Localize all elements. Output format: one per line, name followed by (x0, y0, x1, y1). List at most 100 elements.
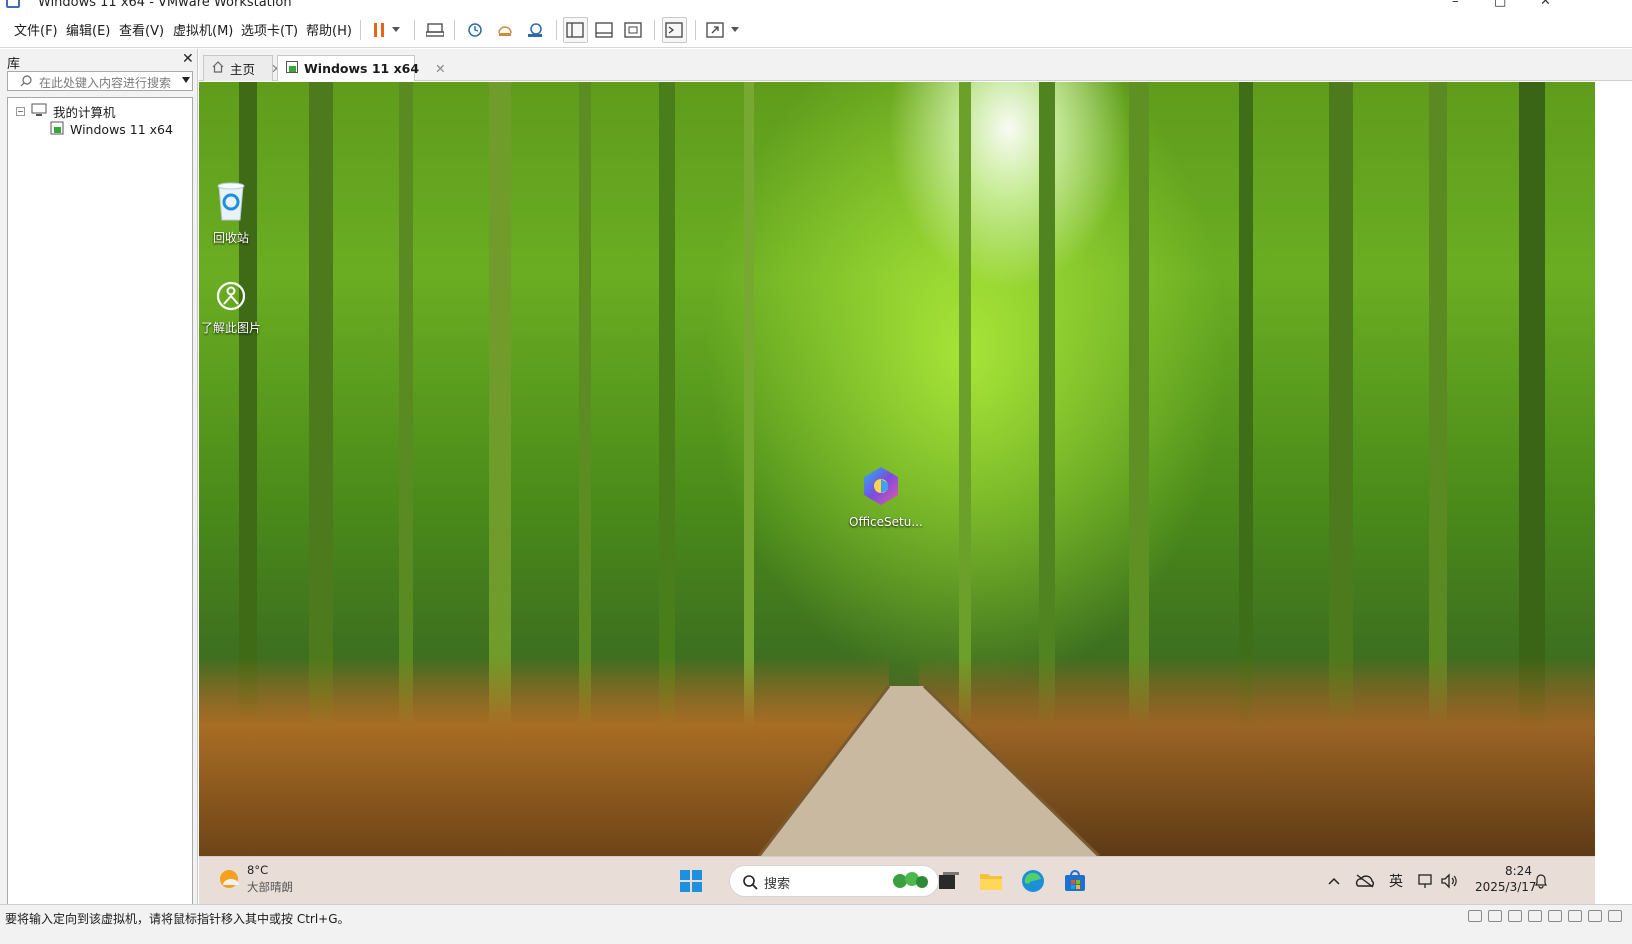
vm-icon (50, 121, 64, 138)
tab-close-button[interactable]: ✕ (435, 61, 445, 76)
weather-temp: 8°C (247, 863, 269, 877)
tree-node-windows-11-vm[interactable]: Windows 11 x64 (50, 121, 173, 138)
status-bar: 要将输入定向到该虚拟机，请将鼠标指针移入其中或按 Ctrl+G。 (0, 904, 1632, 944)
store-icon (1065, 870, 1085, 891)
ime-indicator[interactable]: 英 (1389, 871, 1403, 891)
pause-icon[interactable] (368, 20, 390, 40)
fullscreen-icon[interactable] (622, 20, 644, 40)
sound-card-icon[interactable] (1528, 910, 1542, 922)
bell-icon (1535, 874, 1547, 889)
hard-disk-icon[interactable] (1468, 910, 1482, 922)
toolbar-separator (654, 20, 655, 40)
menu-vm[interactable]: 虚拟机(M) (173, 20, 233, 39)
vm-desktop[interactable]: 回收站 了解此图片 OfficeSetu... (199, 82, 1595, 856)
network-icon (1418, 874, 1432, 888)
search-icon (20, 75, 32, 91)
minimize-button[interactable]: – (1452, 0, 1459, 9)
desktop-icon-label: 回收站 (212, 231, 249, 245)
network-tray-button[interactable] (1415, 871, 1435, 891)
desktop-icon-office-setup[interactable]: OfficeSetu... (849, 464, 923, 529)
library-close-button[interactable]: ✕ (182, 51, 194, 67)
vmware-app-icon (6, 0, 20, 8)
device-status-icons (1468, 910, 1622, 922)
edge-button[interactable] (1019, 867, 1047, 895)
snapshot-manager-icon[interactable] (524, 20, 546, 40)
weather-condition: 大部晴朗 (247, 880, 293, 894)
search-label: 搜索 (764, 877, 791, 892)
win11-taskbar: 8°C 大部晴朗 搜索 英 8:24 2025/3/17 (199, 856, 1595, 904)
menu-edit[interactable]: 编辑(E) (66, 20, 110, 39)
console-icon[interactable] (663, 20, 685, 40)
tab-label: 主页 (230, 62, 256, 77)
tab-windows-11-vm[interactable]: Windows 11 x64 ✕ (277, 55, 446, 81)
toolbar-separator (360, 20, 361, 40)
store-button[interactable] (1061, 867, 1089, 895)
volume-tray-button[interactable] (1439, 871, 1459, 891)
library-view-icon[interactable] (564, 20, 586, 40)
task-view-button[interactable] (935, 867, 963, 895)
toolbar-separator (695, 20, 696, 40)
menu-file[interactable]: 文件(F) (14, 20, 58, 39)
toolbar-separator (556, 20, 557, 40)
start-icon (680, 870, 702, 892)
snapshot-icon[interactable] (464, 20, 486, 40)
learn-picture-icon (199, 280, 263, 315)
library-search-input[interactable]: 在此处键入内容进行搜索 (7, 71, 193, 91)
desktop-icon-recycle-bin[interactable]: 回收站 (199, 180, 263, 246)
message-log-icon[interactable] (1608, 910, 1622, 922)
office-setup-icon (849, 464, 913, 511)
search-placeholder: 在此处键入内容进行搜索 (39, 76, 172, 90)
tab-label: Windows 11 x64 (304, 61, 420, 76)
display-icon[interactable] (1588, 910, 1602, 922)
onedrive-offline-icon (1355, 874, 1374, 888)
vm-icon (286, 61, 298, 76)
menu-toolbar-bar: 文件(F) 编辑(E) 查看(V) 虚拟机(M) 选项卡(T) 帮助(H) (0, 12, 1632, 48)
toolbar-separator (414, 20, 415, 40)
tab-home[interactable]: 主页 ✕ (203, 55, 282, 81)
edge-icon (1022, 870, 1044, 892)
close-window-button[interactable]: ✕ (1540, 0, 1551, 9)
tree-node-label: Windows 11 x64 (70, 122, 173, 137)
thumbnail-view-icon[interactable] (593, 20, 615, 40)
network-adapter-icon[interactable] (1508, 910, 1522, 922)
menu-tabs[interactable]: 选项卡(T) (241, 20, 298, 39)
tree-node-my-computer[interactable]: − 我的计算机 (16, 102, 116, 121)
maximize-button[interactable]: □ (1494, 0, 1506, 9)
library-panel: 库 ✕ 在此处键入内容进行搜索 − 我的计算机 Windows 11 x64 (0, 49, 198, 920)
onedrive-tray-button[interactable] (1354, 871, 1376, 891)
cd-dvd-icon[interactable] (1488, 910, 1502, 922)
file-explorer-button[interactable] (977, 867, 1005, 895)
taskbar-search-box[interactable]: 搜索 (729, 865, 939, 897)
toolbar-separator (454, 20, 455, 40)
volume-icon (1441, 873, 1457, 889)
clock-time: 8:24 (1505, 864, 1532, 878)
vm-right-margin (1595, 82, 1632, 904)
unity-dropdown-icon[interactable] (728, 20, 742, 40)
printer-icon[interactable] (1548, 910, 1562, 922)
start-button[interactable] (677, 867, 705, 895)
clock-date: 2025/3/17 (1475, 880, 1537, 894)
usb-icon[interactable] (1568, 910, 1582, 922)
file-explorer-icon (980, 874, 1002, 890)
search-icon (742, 874, 758, 894)
menu-help[interactable]: 帮助(H) (306, 20, 352, 39)
show-hidden-icons-button[interactable] (1324, 871, 1344, 891)
dropdown-icon[interactable] (389, 20, 403, 40)
restore-snapshot-icon[interactable] (494, 20, 516, 40)
task-view-icon (939, 872, 959, 889)
desktop-icon-learn-picture[interactable]: 了解此图片 (199, 280, 263, 336)
collapse-icon[interactable]: − (16, 107, 25, 116)
title-bar: Windows 11 x64 - VMware Workstation – □ … (0, 0, 1632, 12)
computer-icon (31, 103, 47, 120)
tree-node-label: 我的计算机 (53, 105, 116, 120)
tab-bar: 主页 ✕ Windows 11 x64 ✕ (199, 49, 1632, 81)
notifications-button[interactable] (1531, 871, 1551, 891)
unity-icon[interactable] (704, 20, 726, 40)
desktop-icon-label: OfficeSetu... (849, 515, 923, 529)
chevron-up-icon (1328, 877, 1340, 885)
window-title: Windows 11 x64 - VMware Workstation (38, 0, 292, 10)
home-icon (212, 61, 224, 76)
search-dropdown-icon[interactable] (182, 77, 190, 83)
send-ctrl-alt-del-icon[interactable] (424, 20, 446, 40)
menu-view[interactable]: 查看(V) (119, 20, 164, 39)
